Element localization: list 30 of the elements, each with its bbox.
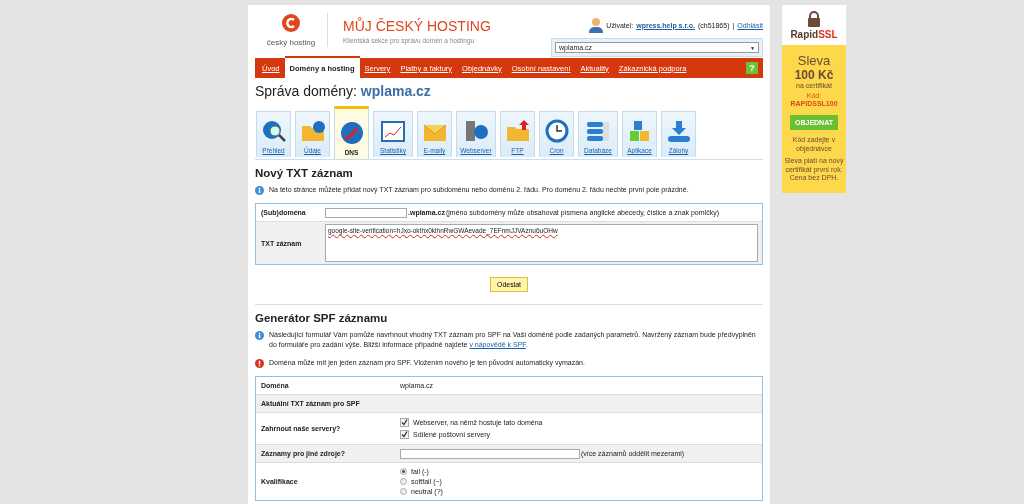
subdomain-input[interactable] (325, 207, 407, 218)
ad-brand: RapidSSL (790, 29, 838, 40)
page-domain: wplama.cz (360, 83, 431, 99)
radio-button[interactable] (400, 468, 407, 475)
info-icon (255, 330, 264, 340)
info-icon (255, 185, 264, 195)
ad-text: Sleva (796, 53, 832, 68)
search-icon (260, 119, 287, 143)
site-title: MŮJ ČESKÝ HOSTING (343, 18, 492, 34)
text-input[interactable] (400, 448, 580, 459)
radio-button[interactable] (400, 478, 407, 485)
page-title: Správa domény: (255, 83, 357, 99)
clock-icon (543, 119, 570, 143)
logo-icon (281, 13, 301, 33)
radio-button[interactable] (400, 488, 407, 495)
section-heading: Nový TXT záznam (255, 167, 354, 179)
server-icon (463, 119, 489, 143)
checkbox[interactable] (400, 430, 409, 439)
logo-text: český hosting (266, 38, 316, 47)
warning-icon (255, 358, 264, 368)
section-heading: Generátor SPF záznamu (255, 312, 389, 324)
user-avatar-icon (589, 17, 604, 33)
checkbox[interactable] (400, 418, 409, 427)
folder-upload-icon (504, 119, 531, 143)
chart-icon (380, 119, 406, 143)
folder-icon (299, 119, 326, 143)
padlock-icon (807, 11, 821, 27)
download-icon (665, 119, 692, 143)
database-icon (585, 119, 611, 143)
ad-price: 100 Kč (793, 68, 835, 82)
